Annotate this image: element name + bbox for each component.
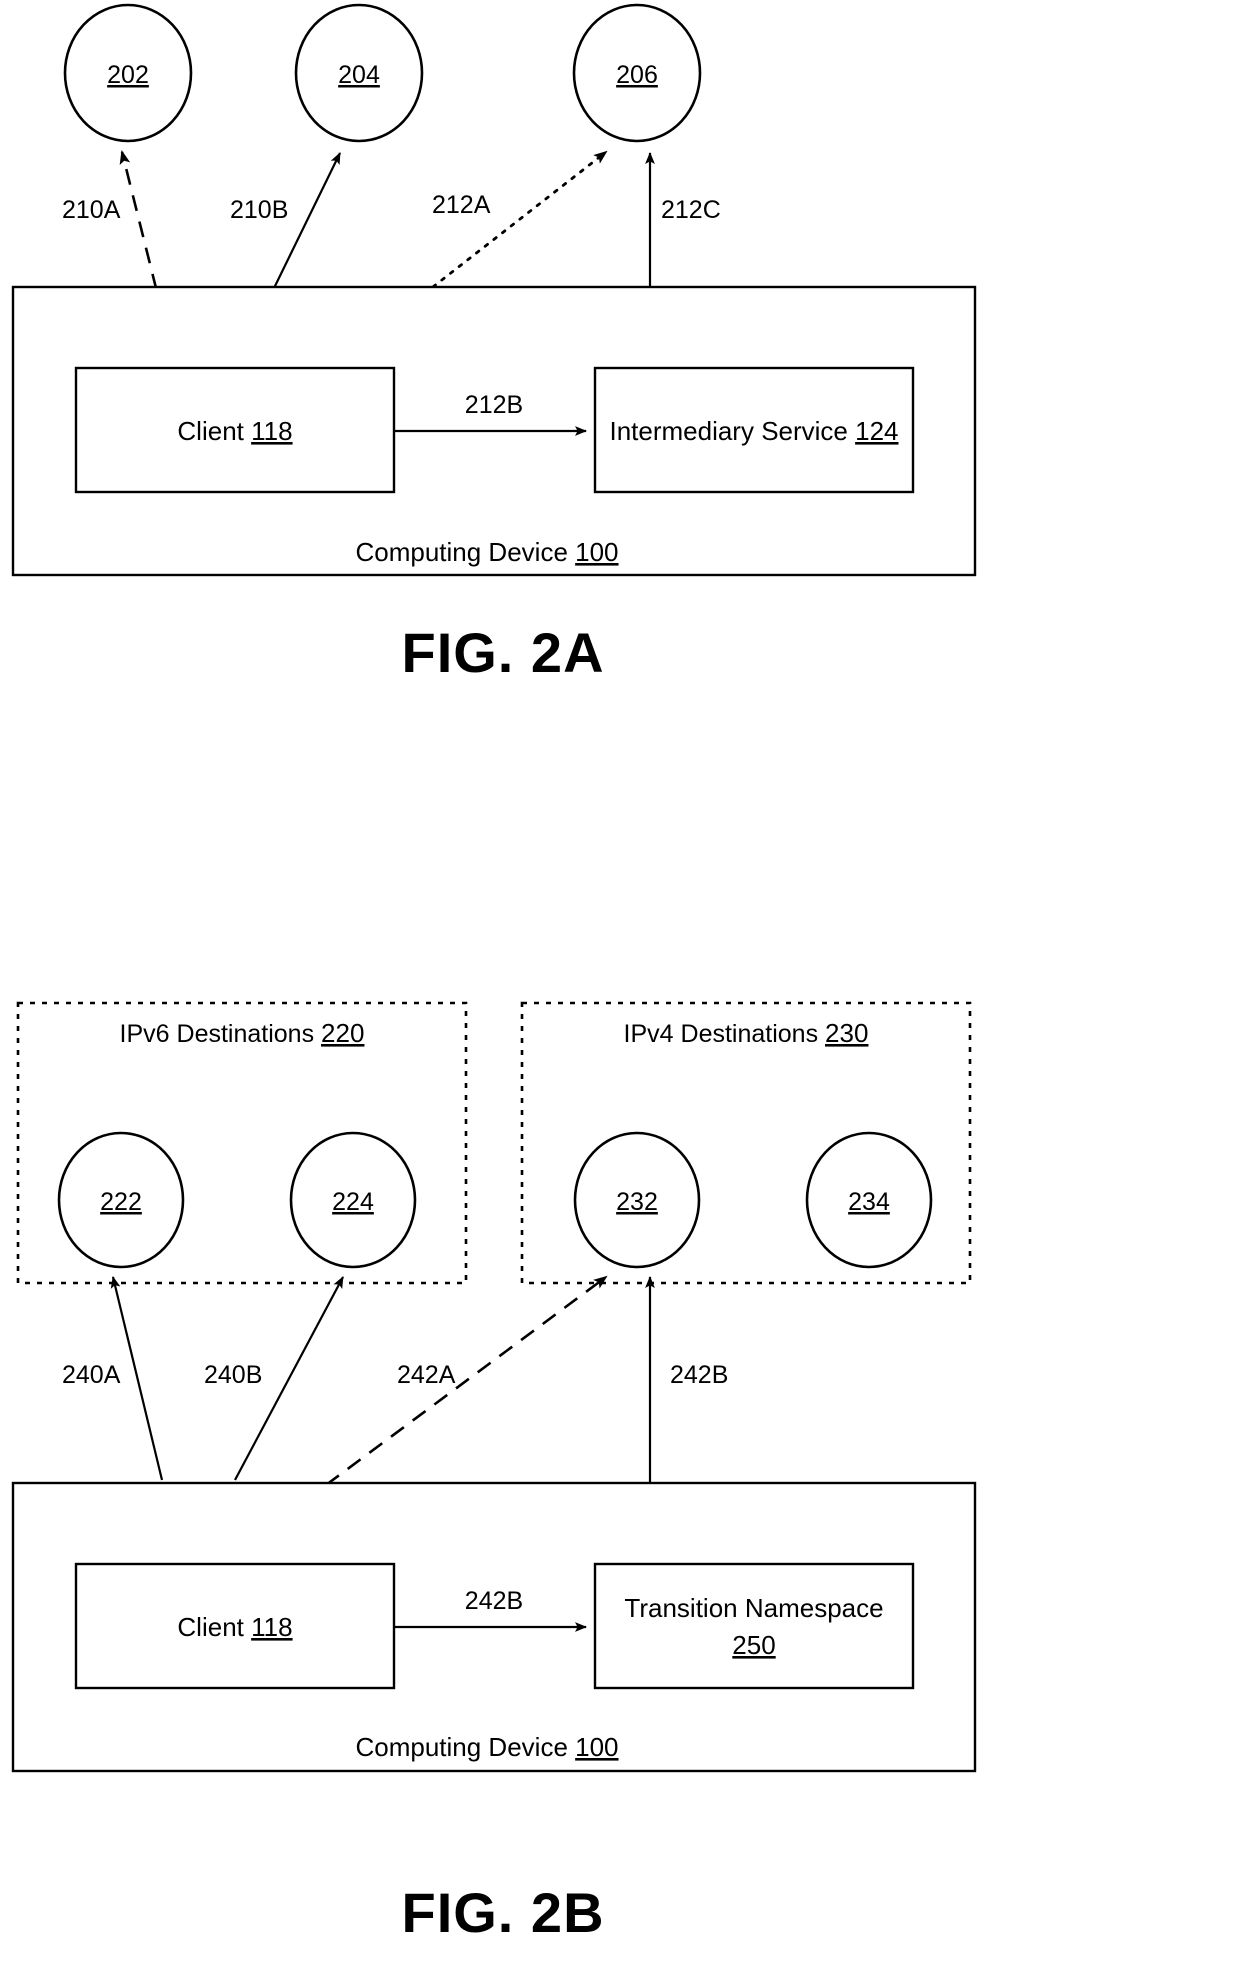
edge-label-212A: 212A	[432, 191, 491, 219]
client-block-2b[interactable]: Client 118	[74, 1562, 396, 1690]
destination-node-224[interactable]: 224	[289, 1131, 417, 1269]
intermediary-service-block[interactable]: Intermediary Service 124	[593, 366, 915, 494]
destination-ref-224: 224	[332, 1188, 374, 1216]
edge-label-210A: 210A	[62, 196, 121, 224]
edge-label-242A: 242A	[397, 1361, 456, 1389]
destination-node-222[interactable]: 222	[57, 1131, 185, 1269]
figure-2b: IPv6 Destinations 220 IPv4 Destinations …	[11, 1001, 977, 1944]
edge-label-212C: 212C	[661, 196, 721, 224]
edge-label-242B-vertical: 242B	[670, 1361, 728, 1389]
destination-node-202[interactable]: 202	[63, 3, 193, 143]
figure-2a: 202 204 206 210A 210B 212A 212C Computin…	[11, 3, 977, 684]
patent-figure-page: 202 204 206 210A 210B 212A 212C Computin…	[0, 0, 1240, 1965]
destination-ref-202: 202	[107, 61, 149, 89]
client-block-label-2b: Client 118	[177, 1612, 292, 1642]
transition-namespace-ref: 250	[732, 1630, 775, 1660]
edge-label-240B: 240B	[204, 1361, 262, 1389]
destination-ref-222: 222	[100, 1188, 142, 1216]
destination-node-206[interactable]: 206	[572, 3, 702, 143]
client-block-label-2a: Client 118	[177, 416, 292, 446]
destination-node-204[interactable]: 204	[294, 3, 424, 143]
edge-label-212B: 212B	[465, 391, 523, 419]
destination-ref-206: 206	[616, 61, 658, 89]
edge-242A-line	[325, 1275, 608, 1487]
computing-device-label-2b: Computing Device 100	[355, 1732, 618, 1762]
transition-namespace-label: Transition Namespace	[624, 1593, 883, 1623]
figures-canvas: 202 204 206 210A 210B 212A 212C Computin…	[11, 3, 977, 1944]
destination-ref-232: 232	[616, 1188, 658, 1216]
transition-namespace-block[interactable]: Transition Namespace 250	[593, 1562, 915, 1690]
ipv6-destinations-label: IPv6 Destinations 220	[120, 1018, 365, 1048]
figure-2b-caption: FIG. 2B	[401, 1881, 604, 1944]
figure-2a-caption: FIG. 2A	[401, 621, 604, 684]
destination-node-234[interactable]: 234	[805, 1131, 933, 1269]
ipv4-destinations-label: IPv4 Destinations 230	[624, 1018, 869, 1048]
edge-label-240A: 240A	[62, 1361, 121, 1389]
intermediary-service-label: Intermediary Service 124	[609, 416, 898, 446]
destination-ref-204: 204	[338, 61, 380, 89]
destination-node-232[interactable]: 232	[573, 1131, 701, 1269]
destination-ref-234: 234	[848, 1188, 890, 1216]
edge-label-242B-horizontal: 242B	[465, 1587, 523, 1615]
client-block-2a[interactable]: Client 118	[74, 366, 396, 494]
computing-device-label-2a: Computing Device 100	[355, 537, 618, 567]
edge-label-210B: 210B	[230, 196, 288, 224]
